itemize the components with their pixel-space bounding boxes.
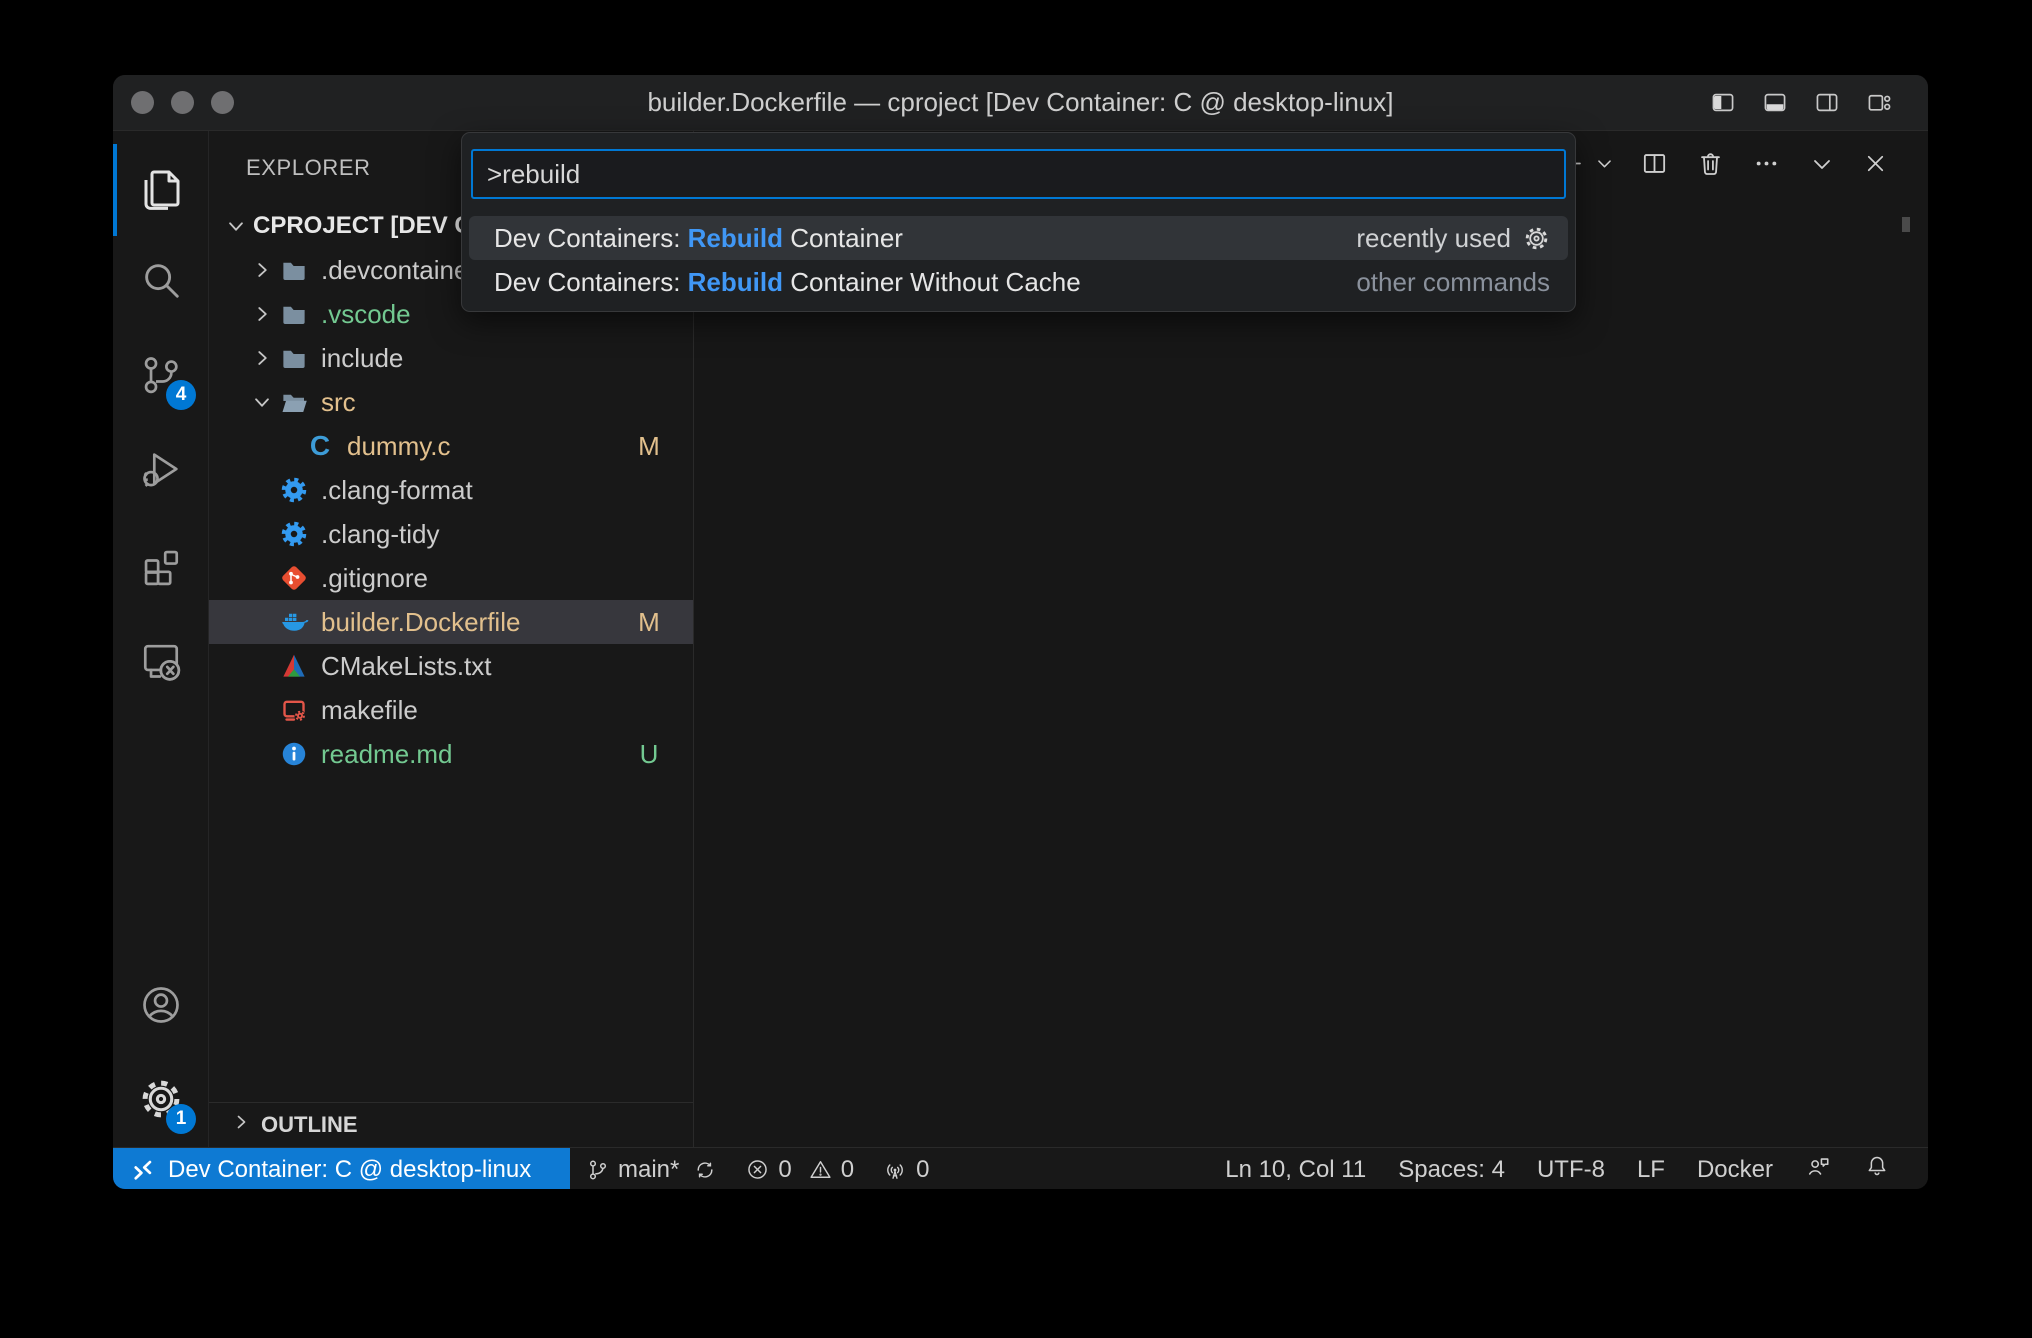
traffic-lights bbox=[113, 91, 234, 114]
close-panel-icon[interactable] bbox=[1863, 151, 1888, 176]
remote-explorer-icon bbox=[138, 637, 184, 683]
source-control-badge: 4 bbox=[166, 380, 196, 410]
tree-item-builder-dockerfile[interactable]: builder.Dockerfile M bbox=[209, 600, 693, 644]
cursor-position-item[interactable]: Ln 10, Col 11 bbox=[1225, 1156, 1366, 1184]
run-debug-icon bbox=[138, 446, 184, 492]
sidebar-item-extensions[interactable] bbox=[113, 519, 208, 614]
status-bar: Dev Container: C @ desktop-linux main* 0… bbox=[113, 1147, 1928, 1189]
configure-keybinding-gear-icon[interactable] bbox=[1523, 225, 1550, 252]
command-row-rebuild-without-cache[interactable]: Dev Containers: Rebuild Container Withou… bbox=[469, 260, 1568, 304]
activity-bar: 4 1 bbox=[113, 131, 209, 1147]
radio-tower-icon bbox=[882, 1157, 908, 1183]
close-window-button[interactable] bbox=[131, 91, 154, 114]
panel-toolbar bbox=[1558, 149, 1888, 178]
titlebar: builder.Dockerfile — cproject [Dev Conta… bbox=[113, 75, 1928, 131]
command-row-rebuild-container[interactable]: Dev Containers: Rebuild Container recent… bbox=[469, 216, 1568, 260]
window-title: builder.Dockerfile — cproject [Dev Conta… bbox=[647, 87, 1393, 118]
kill-terminal-icon[interactable] bbox=[1696, 149, 1725, 178]
minimize-window-button[interactable] bbox=[171, 91, 194, 114]
bell-icon bbox=[1864, 1153, 1890, 1179]
error-icon bbox=[745, 1157, 770, 1182]
toggle-panel-icon[interactable] bbox=[1760, 89, 1790, 116]
sidebar-item-explorer[interactable] bbox=[113, 141, 208, 236]
tree-item-readme[interactable]: readme.md U bbox=[209, 732, 693, 776]
git-badge: M bbox=[629, 607, 669, 638]
problems-item[interactable]: 0 0 bbox=[745, 1156, 854, 1184]
zoom-window-button[interactable] bbox=[211, 91, 234, 114]
tree-item-include[interactable]: include bbox=[209, 336, 693, 380]
search-icon bbox=[138, 257, 184, 303]
folder-icon bbox=[279, 255, 309, 285]
folder-open-icon bbox=[279, 387, 309, 417]
git-badge: M bbox=[629, 431, 669, 462]
feedback-item[interactable] bbox=[1805, 1153, 1832, 1187]
outline-section-header[interactable]: OUTLINE bbox=[209, 1102, 693, 1147]
sidebar-item-search[interactable] bbox=[113, 232, 208, 327]
git-branch-item[interactable]: main* bbox=[586, 1156, 717, 1184]
settings-button[interactable]: 1 bbox=[113, 1051, 208, 1146]
scrollbar-thumb[interactable] bbox=[1902, 217, 1910, 232]
sidebar-item-remote-explorer[interactable] bbox=[113, 612, 208, 707]
hide-panel-chevron-icon[interactable] bbox=[1810, 152, 1834, 176]
c-file-icon: C bbox=[305, 431, 335, 461]
tree-item-clang-format[interactable]: .clang-format bbox=[209, 468, 693, 512]
remote-icon bbox=[129, 1156, 156, 1183]
status-left-items: main* 0 0 0 bbox=[586, 1156, 929, 1184]
remote-indicator[interactable]: Dev Container: C @ desktop-linux bbox=[113, 1148, 570, 1189]
makefile-icon bbox=[279, 695, 309, 725]
settings-badge: 1 bbox=[166, 1104, 196, 1134]
chevron-right-icon bbox=[229, 1110, 253, 1140]
layout-controls bbox=[1708, 89, 1928, 116]
feedback-icon bbox=[1805, 1153, 1832, 1180]
cmake-file-icon bbox=[279, 651, 309, 681]
toggle-secondary-sidebar-icon[interactable] bbox=[1812, 89, 1842, 116]
notifications-item[interactable] bbox=[1864, 1153, 1890, 1186]
eol-item[interactable]: LF bbox=[1637, 1156, 1665, 1184]
more-actions-icon[interactable] bbox=[1752, 149, 1781, 178]
command-palette-results: Dev Containers: Rebuild Container recent… bbox=[469, 216, 1568, 304]
indentation-item[interactable]: Spaces: 4 bbox=[1398, 1156, 1505, 1184]
chevron-right-icon bbox=[249, 301, 275, 327]
branch-icon bbox=[586, 1158, 610, 1182]
chevron-right-icon bbox=[249, 345, 275, 371]
sidebar-item-run-debug[interactable] bbox=[113, 421, 208, 516]
terminal-profile-chevron-icon[interactable] bbox=[1595, 154, 1614, 173]
warning-icon bbox=[808, 1157, 833, 1182]
split-terminal-icon[interactable] bbox=[1640, 149, 1669, 178]
sync-icon[interactable] bbox=[693, 1158, 717, 1182]
status-right-items: Ln 10, Col 11 Spaces: 4 UTF-8 LF Docker bbox=[1225, 1153, 1928, 1187]
tree-item-dummy-c[interactable]: C dummy.c M bbox=[209, 424, 693, 468]
docker-file-icon bbox=[279, 607, 309, 637]
tree-item-makefile[interactable]: makefile bbox=[209, 688, 693, 732]
tree-item-src[interactable]: src bbox=[209, 380, 693, 424]
gear-file-icon bbox=[279, 475, 309, 505]
ports-item[interactable]: 0 bbox=[882, 1156, 929, 1184]
tree-item-clang-tidy[interactable]: .clang-tidy bbox=[209, 512, 693, 556]
command-palette: Dev Containers: Rebuild Container recent… bbox=[461, 132, 1576, 312]
folder-icon bbox=[279, 299, 309, 329]
account-icon bbox=[138, 982, 184, 1028]
info-file-icon bbox=[279, 739, 309, 769]
vscode-window: builder.Dockerfile — cproject [Dev Conta… bbox=[113, 75, 1928, 1189]
tree-item-cmakelists[interactable]: CMakeLists.txt bbox=[209, 644, 693, 688]
git-badge: U bbox=[629, 739, 669, 770]
command-palette-input[interactable] bbox=[471, 149, 1566, 199]
tree-item-gitignore[interactable]: .gitignore bbox=[209, 556, 693, 600]
folder-icon bbox=[279, 343, 309, 373]
sidebar-item-source-control[interactable]: 4 bbox=[113, 327, 208, 422]
toggle-sidebar-icon[interactable] bbox=[1708, 89, 1738, 116]
encoding-item[interactable]: UTF-8 bbox=[1537, 1156, 1605, 1184]
account-button[interactable] bbox=[113, 957, 208, 1052]
customize-layout-icon[interactable] bbox=[1864, 89, 1894, 116]
chevron-right-icon bbox=[249, 257, 275, 283]
language-mode-item[interactable]: Docker bbox=[1697, 1156, 1773, 1184]
gear-file-icon bbox=[279, 519, 309, 549]
files-icon bbox=[137, 165, 185, 213]
screen: builder.Dockerfile — cproject [Dev Conta… bbox=[0, 0, 2032, 1338]
extensions-icon bbox=[138, 544, 184, 590]
git-file-icon bbox=[279, 563, 309, 593]
chevron-down-icon bbox=[249, 389, 275, 415]
chevron-down-icon bbox=[223, 213, 249, 239]
